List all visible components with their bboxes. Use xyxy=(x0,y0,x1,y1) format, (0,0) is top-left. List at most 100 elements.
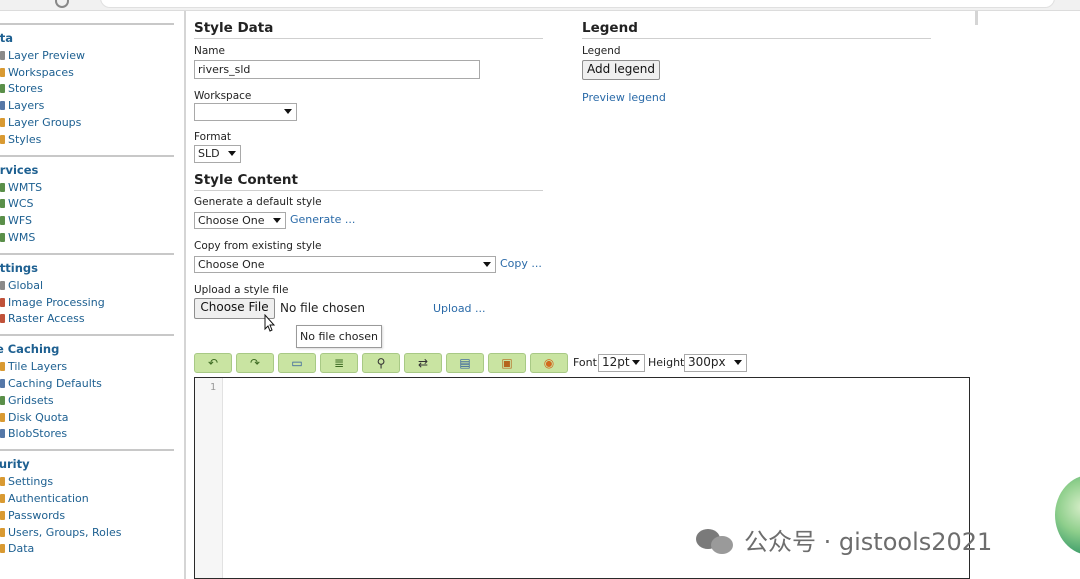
sidebar-item[interactable]: Settings xyxy=(0,473,174,490)
sidebar-item[interactable]: Tile Layers xyxy=(0,358,174,375)
sidebar: ata Layer Preview Workspaces Stores Layers La… xyxy=(0,17,174,557)
sidebar-item-icon xyxy=(0,412,5,422)
sidebar-item-label: WMTS xyxy=(8,180,43,194)
sidebar-item[interactable]: Disk Quota xyxy=(0,409,174,426)
copy-link[interactable]: Copy ... xyxy=(500,257,542,270)
legend-label: Legend xyxy=(582,45,621,57)
font-size-select[interactable]: 12pt xyxy=(598,354,645,372)
sidebar-item-label: Layer Groups xyxy=(8,116,82,130)
format-icon[interactable]: ▤ xyxy=(446,353,484,373)
image-icon[interactable]: ▣ xyxy=(488,353,526,373)
undo-icon[interactable]: ↶ xyxy=(194,353,232,373)
sidebar-item[interactable]: Global xyxy=(0,277,174,294)
sidebar-item[interactable]: Users, Groups, Roles xyxy=(0,524,174,541)
sidebar-item[interactable]: Styles xyxy=(0,131,174,148)
sidebar-item-label: Image Processing xyxy=(8,295,105,309)
style-content-heading: Style Content xyxy=(194,172,298,188)
copy-select[interactable]: Choose One xyxy=(194,256,496,273)
sidebar-section: ervices WMTS WCS WFS WMS xyxy=(0,154,174,246)
format-label: Format xyxy=(194,131,232,143)
sidebar-item-icon xyxy=(0,50,5,60)
sidebar-item[interactable]: Passwords xyxy=(0,507,174,524)
sidebar-section: le Caching Tile Layers Caching Defaults Gri… xyxy=(0,334,174,442)
chevron-down-icon xyxy=(284,109,292,114)
watermark-text: 公众号 · gistools2021 xyxy=(744,528,993,556)
sidebar-item-icon xyxy=(0,134,5,144)
format-select[interactable]: SLD xyxy=(194,145,241,163)
style-data-heading: Style Data xyxy=(194,20,274,36)
sidebar-item[interactable]: Stores xyxy=(0,81,174,98)
height-value: 300px xyxy=(688,355,726,369)
sidebar-item[interactable]: WCS xyxy=(0,196,174,213)
file-tooltip: No file chosen xyxy=(296,325,382,348)
search-icon[interactable]: ▭ xyxy=(278,353,316,373)
sidebar-section-title: ata xyxy=(0,31,14,45)
style-content-rule xyxy=(194,190,543,191)
sidebar-item-label: Styles xyxy=(8,132,42,146)
sidebar-item-label: Workspaces xyxy=(8,65,74,79)
sidebar-item[interactable]: Raster Access xyxy=(0,311,174,328)
chevron-down-icon xyxy=(228,151,236,156)
sidebar-item[interactable]: WMS xyxy=(0,229,174,246)
sidebar-section-title: curity xyxy=(0,457,30,472)
sidebar-item[interactable]: Layer Groups xyxy=(0,114,174,131)
workspace-select[interactable] xyxy=(194,103,297,121)
browser-toolbar: · · · · · · · · · · · · · · · · · · · · … xyxy=(0,0,1080,11)
reload-icon[interactable] xyxy=(55,0,69,8)
sidebar-item-label: Tile Layers xyxy=(8,360,68,374)
find-icon[interactable]: ⚲ xyxy=(362,353,400,373)
generate-select-value: Choose One xyxy=(198,214,265,227)
height-label: Height xyxy=(648,356,685,369)
sidebar-item-icon xyxy=(0,297,5,307)
sidebar-item-label: Caching Defaults xyxy=(8,377,102,391)
upload-link[interactable]: Upload ... xyxy=(433,302,486,315)
sidebar-section: ettings Global Image Processing Raster Acce… xyxy=(0,252,174,328)
sidebar-item-icon xyxy=(0,429,5,439)
sidebar-item[interactable]: BlobStores xyxy=(0,426,174,443)
upload-label: Upload a style file xyxy=(194,284,289,296)
preview-legend-link[interactable]: Preview legend xyxy=(582,91,666,104)
sidebar-item[interactable]: Caching Defaults xyxy=(0,375,174,392)
watermark: 公众号 · gistools2021 xyxy=(696,522,992,557)
sidebar-item-icon xyxy=(0,362,5,372)
sidebar-section: ata Layer Preview Workspaces Stores Layers La… xyxy=(0,23,174,148)
replace-icon[interactable]: ⇄ xyxy=(404,353,442,373)
chevron-down-icon xyxy=(734,360,742,365)
sidebar-item-label: Stores xyxy=(8,82,43,96)
sidebar-item-icon xyxy=(0,510,5,520)
sidebar-item[interactable]: Gridsets xyxy=(0,392,174,409)
sidebar-item-icon xyxy=(0,67,5,77)
workspace-label: Workspace xyxy=(194,90,252,102)
height-select[interactable]: 300px xyxy=(684,354,747,372)
redo-icon[interactable]: ↷ xyxy=(236,353,274,373)
sidebar-item[interactable]: Authentication xyxy=(0,490,174,507)
name-input[interactable]: rivers_sld xyxy=(194,60,480,79)
sidebar-item[interactable]: Workspaces xyxy=(0,64,174,81)
sidebar-item-label: Layer Preview xyxy=(8,48,85,62)
mouse-cursor-icon xyxy=(264,314,276,332)
color-icon[interactable]: ◉ xyxy=(530,353,568,373)
sidebar-item-icon xyxy=(0,494,5,504)
line-gutter: 1 xyxy=(195,378,223,578)
generate-link[interactable]: Generate ... xyxy=(290,213,355,226)
sidebar-item[interactable]: Layer Preview xyxy=(0,47,174,64)
font-label: Font xyxy=(573,356,597,369)
indent-icon[interactable]: ≣ xyxy=(320,353,358,373)
content-divider-right xyxy=(975,11,978,25)
format-select-value: SLD xyxy=(198,147,220,160)
sidebar-item[interactable]: WMTS xyxy=(0,179,174,196)
sidebar-item[interactable]: Image Processing xyxy=(0,294,174,311)
add-legend-button[interactable]: Add legend xyxy=(582,60,660,80)
sidebar-item[interactable]: WFS xyxy=(0,212,174,229)
sidebar-item-icon xyxy=(0,477,5,487)
generate-select[interactable]: Choose One xyxy=(194,212,286,229)
sidebar-item-icon xyxy=(0,118,5,128)
sidebar-item-icon xyxy=(0,182,5,192)
content-divider xyxy=(184,11,186,579)
sidebar-section-title: ervices xyxy=(0,162,39,177)
sidebar-item[interactable]: Layers xyxy=(0,97,174,114)
sidebar-item-icon xyxy=(0,199,5,209)
copy-select-value: Choose One xyxy=(198,258,265,271)
sidebar-item[interactable]: Data xyxy=(0,541,174,558)
wechat-icon xyxy=(696,525,736,555)
